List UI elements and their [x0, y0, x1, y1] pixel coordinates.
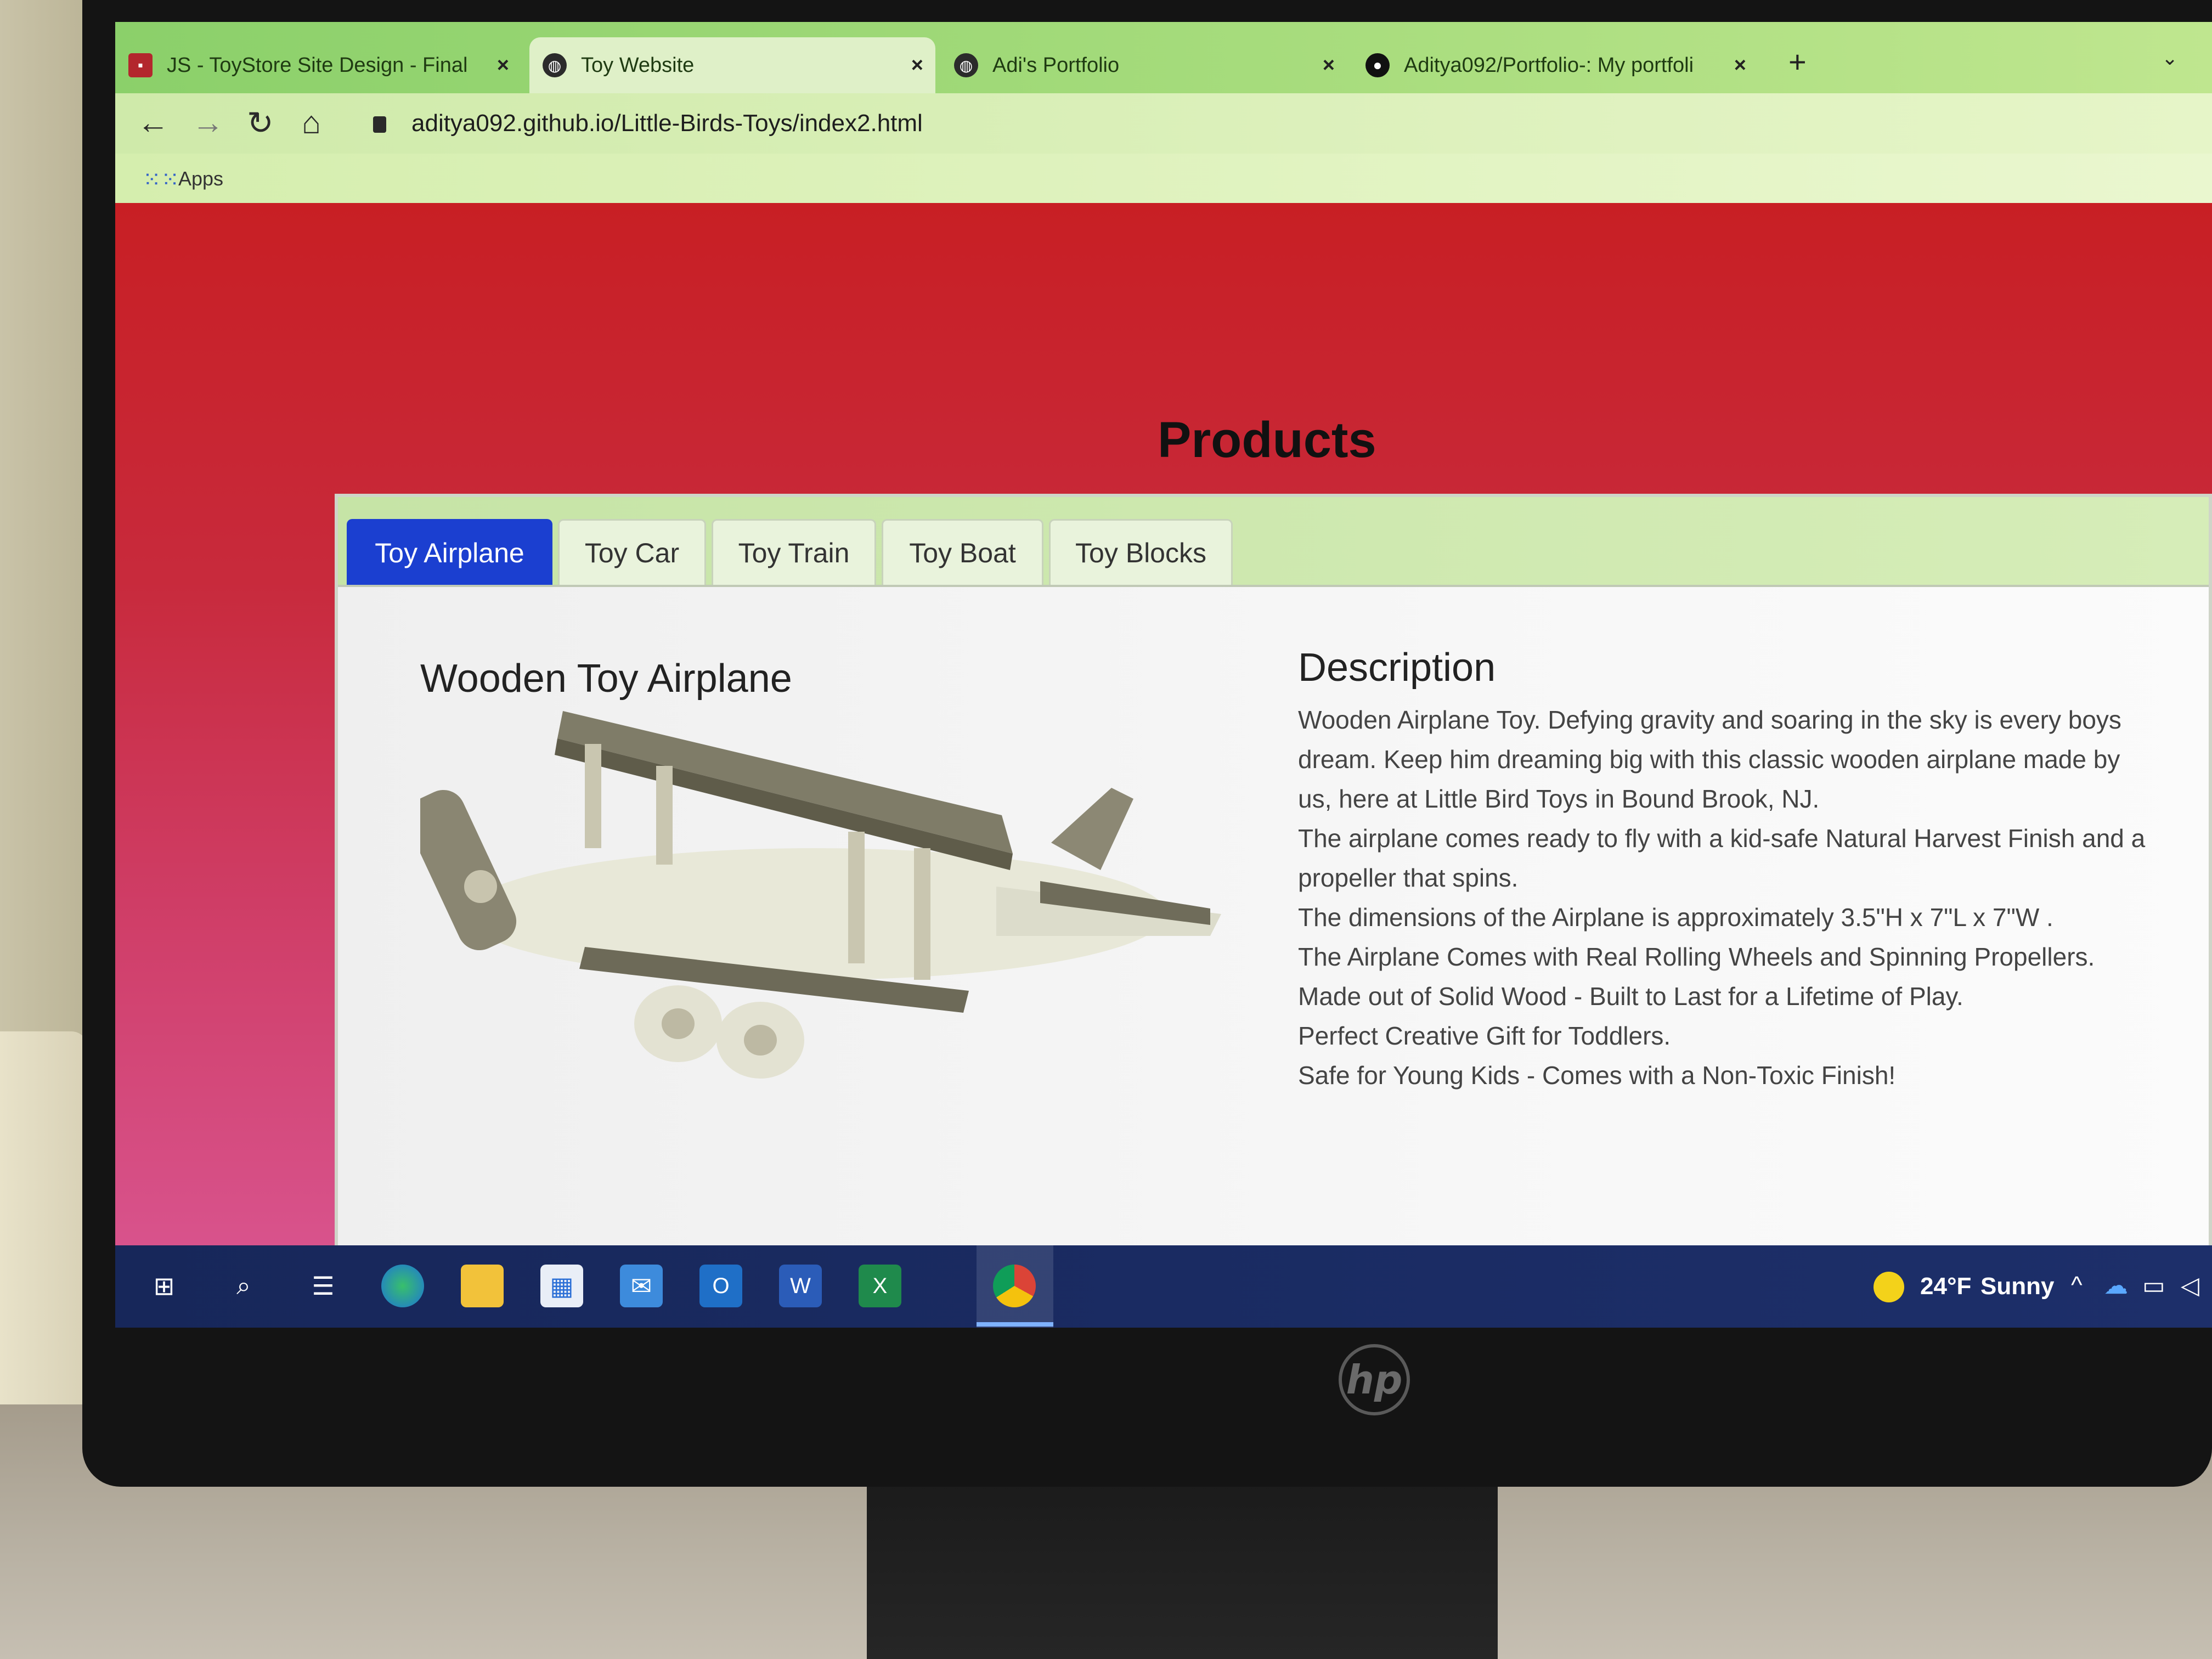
close-icon[interactable]: ×	[1734, 54, 1746, 77]
description-body: Wooden Airplane Toy. Defying gravity and…	[1298, 700, 2154, 1095]
browser-tab-portfolio[interactable]: ◍ Adi's Portfolio ×	[941, 37, 1347, 93]
tab-toy-train[interactable]: Toy Train	[712, 519, 876, 585]
search-icon[interactable]: ⌕	[222, 1265, 265, 1307]
weather-temperature[interactable]: 24°F	[1920, 1273, 1971, 1300]
hp-logo: hp	[1339, 1344, 1410, 1415]
home-icon[interactable]: ⌂	[302, 104, 321, 141]
excel-icon[interactable]: X	[859, 1265, 901, 1307]
apps-grid-icon[interactable]: ⁙⁙	[143, 167, 179, 193]
chrome-icon[interactable]	[993, 1265, 1036, 1307]
task-view-icon[interactable]: ☰	[302, 1265, 345, 1307]
lock-icon	[373, 116, 386, 133]
apps-bookmark[interactable]: Apps	[178, 167, 223, 190]
weather-condition[interactable]: Sunny	[1980, 1273, 2054, 1300]
wooden-airplane-image	[420, 711, 1221, 1079]
cloud-icon[interactable]: ☁	[2104, 1272, 2128, 1300]
globe-icon: ◍	[543, 53, 567, 77]
description-line: The airplane comes ready to fly with a k…	[1298, 824, 2146, 892]
browser-toolbar: ← → ↻ ⌂ aditya092.github.io/Little-Birds…	[115, 93, 2212, 154]
new-tab-button[interactable]: +	[1788, 44, 1807, 80]
store-icon[interactable]: ▦	[540, 1265, 583, 1307]
description-line: The dimensions of the Airplane is approx…	[1298, 903, 2053, 932]
forward-arrow-icon[interactable]: →	[192, 104, 224, 141]
word-icon[interactable]: W	[779, 1265, 822, 1307]
description-line: Made out of Solid Wood - Built to Last f…	[1298, 982, 1963, 1011]
close-icon[interactable]: ×	[911, 54, 923, 77]
chevron-down-icon[interactable]: ⌄	[2162, 47, 2178, 70]
browser-tab-github[interactable]: ● Aditya092/Portfolio-: My portfoli ×	[1352, 37, 1758, 93]
windows-start-icon[interactable]: ⊞	[143, 1265, 185, 1307]
weather-sun-icon[interactable]	[1874, 1272, 1904, 1302]
address-bar[interactable]: aditya092.github.io/Little-Birds-Toys/in…	[411, 110, 923, 137]
outlook-icon[interactable]: O	[699, 1265, 742, 1307]
description-line: The Airplane Comes with Real Rolling Whe…	[1298, 943, 2095, 971]
edge-icon[interactable]	[381, 1265, 424, 1307]
background-object	[0, 1031, 88, 1448]
tab-toy-boat[interactable]: Toy Boat	[882, 519, 1043, 585]
description-line: Perfect Creative Gift for Toddlers.	[1298, 1022, 1671, 1050]
volume-icon[interactable]: ◁	[2181, 1272, 2199, 1300]
tab-label: Aditya092/Portfolio-: My portfoli	[1404, 53, 1694, 77]
close-icon[interactable]: ×	[497, 54, 509, 77]
description-line: Safe for Young Kids - Comes with a Non-T…	[1298, 1061, 1896, 1090]
document-icon: ▪	[128, 53, 153, 77]
description-line: Wooden Airplane Toy. Defying gravity and…	[1298, 706, 2121, 813]
page-title: Products	[1158, 412, 1376, 468]
tab-toy-blocks[interactable]: Toy Blocks	[1049, 519, 1233, 585]
tab-label: Toy Website	[581, 53, 695, 77]
browser-tab-toystore-design[interactable]: ▪ JS - ToyStore Site Design - Final S ×	[115, 37, 521, 93]
github-icon: ●	[1365, 53, 1390, 77]
globe-icon: ◍	[954, 53, 978, 77]
tab-label: Adi's Portfolio	[992, 53, 1120, 77]
description-title: Description	[1298, 646, 1496, 690]
active-indicator	[977, 1322, 1053, 1327]
web-page: Products Toy Airplane Toy Car Toy Train …	[115, 203, 2212, 1317]
mail-icon[interactable]: ✉	[620, 1265, 663, 1307]
bookmarks-bar: ⁙⁙ Apps	[115, 154, 2212, 203]
product-tabs: Toy Airplane Toy Car Toy Train Toy Boat …	[338, 497, 2209, 587]
tab-toy-airplane[interactable]: Toy Airplane	[347, 519, 552, 585]
tab-label: JS - ToyStore Site Design - Final S	[167, 53, 474, 77]
network-icon[interactable]: ▭	[2142, 1272, 2165, 1300]
browser-tab-toy-website[interactable]: ◍ Toy Website ×	[529, 37, 935, 93]
back-arrow-icon[interactable]: ←	[137, 104, 169, 141]
reload-icon[interactable]: ↻	[247, 104, 274, 142]
monitor-stand	[867, 1481, 1498, 1659]
chevron-up-icon[interactable]: ^	[2071, 1272, 2083, 1299]
browser-tabstrip: ▪ JS - ToyStore Site Design - Final S × …	[115, 22, 2212, 93]
taskbar: ⊞ ⌕ ☰ ▦ ✉ O W X 24°F Sunny ^ ☁ ▭ ◁	[115, 1245, 2212, 1328]
file-explorer-icon[interactable]	[461, 1265, 504, 1307]
product-card: Toy Airplane Toy Car Toy Train Toy Boat …	[335, 494, 2212, 1317]
tab-toy-car[interactable]: Toy Car	[558, 519, 706, 585]
screen: ▪ JS - ToyStore Site Design - Final S × …	[115, 22, 2212, 1328]
close-icon[interactable]: ×	[1323, 54, 1335, 77]
product-name: Wooden Toy Airplane	[420, 657, 792, 701]
